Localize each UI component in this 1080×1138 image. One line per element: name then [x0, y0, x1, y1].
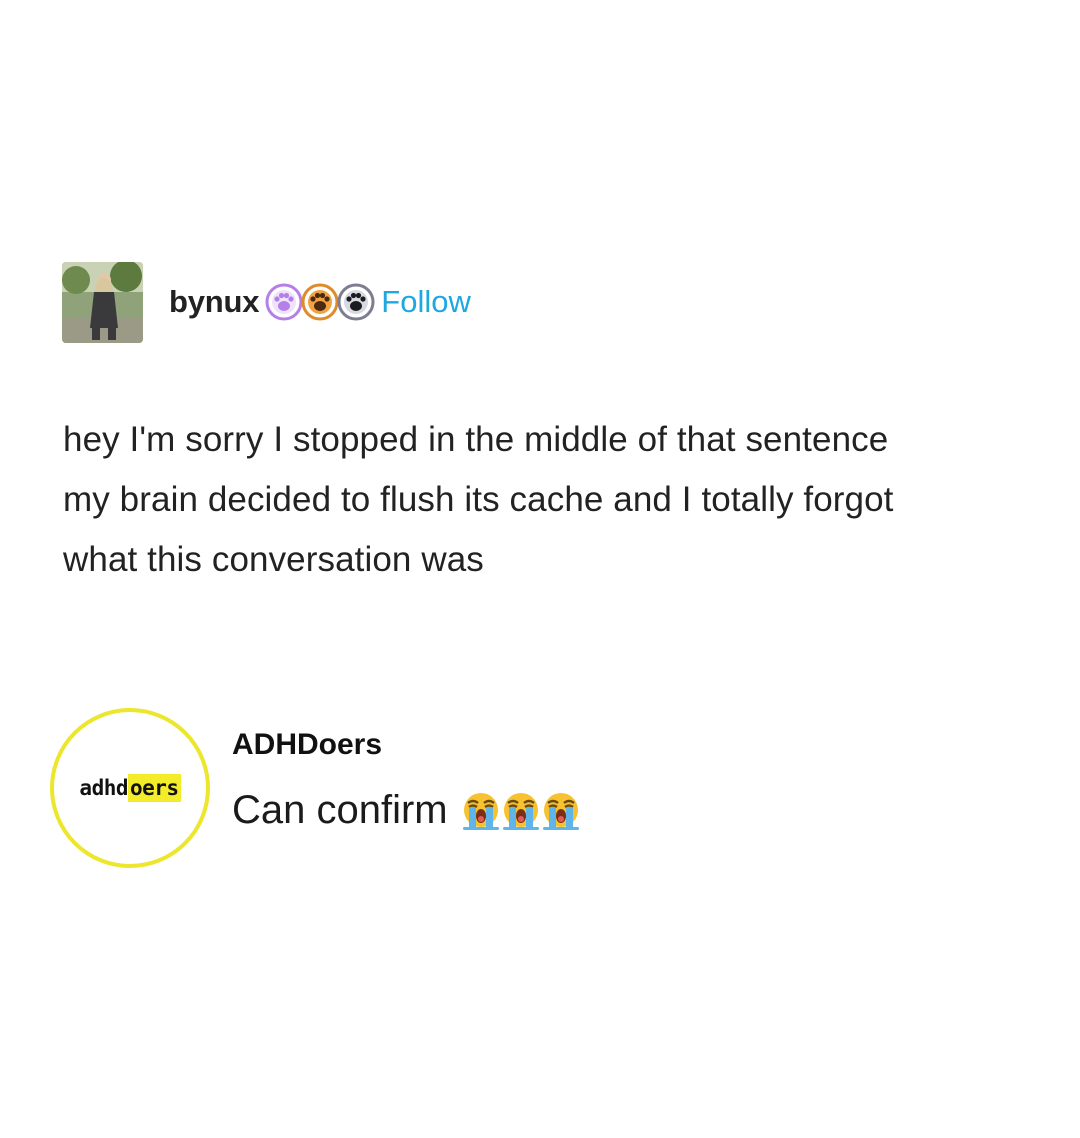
reply-avatar-logo-highlight: oers: [128, 774, 181, 802]
post-body-line: my brain decided to flush its cache and …: [63, 480, 894, 519]
emoji-row: [460, 790, 580, 832]
post-body-line: hey I'm sorry I stopped in the middle of…: [63, 420, 889, 459]
reply-avatar-logo-text: adhd: [79, 776, 128, 800]
paw-badge-icon[interactable]: [337, 283, 375, 321]
reply-author-name[interactable]: ADHDoers: [232, 728, 382, 762]
post-body-line: what this conversation was: [63, 540, 484, 579]
paw-badge-icon[interactable]: [265, 283, 303, 321]
post-author-username[interactable]: bynux: [169, 284, 259, 320]
reply-body: Can confirm: [232, 788, 580, 833]
loudly-crying-face-icon: [500, 790, 542, 832]
post-header: bynux Follow: [62, 261, 471, 343]
loudly-crying-face-icon: [540, 790, 582, 832]
reply-text: Can confirm: [232, 788, 448, 832]
loudly-crying-face-icon: [460, 790, 502, 832]
badge-row: [265, 283, 375, 321]
user-avatar[interactable]: [62, 261, 143, 343]
follow-button[interactable]: Follow: [381, 284, 471, 320]
paw-badge-icon[interactable]: [301, 283, 339, 321]
reply-avatar[interactable]: adhd oers: [50, 708, 210, 868]
post-body: hey I'm sorry I stopped in the middle of…: [63, 410, 1063, 590]
